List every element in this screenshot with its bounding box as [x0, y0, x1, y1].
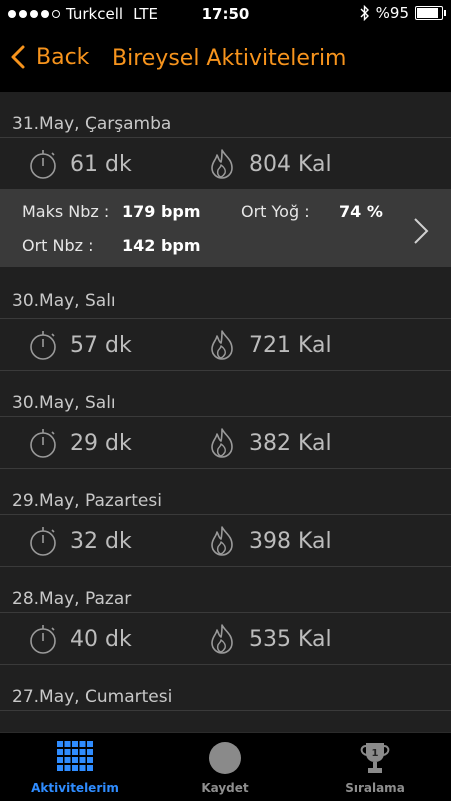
tab-bar: Aktivitelerim Kaydet 1 Sıralama: [0, 732, 451, 801]
calories-value: 382 Kal: [249, 430, 332, 456]
calories-stat: 535 Kal: [205, 622, 332, 656]
day-header: 30.May, Salı: [0, 371, 451, 417]
battery-percent: %95: [375, 4, 409, 22]
stopwatch-icon: [26, 147, 60, 181]
back-label: Back: [36, 44, 90, 70]
svg-text:1: 1: [372, 748, 379, 759]
calories-value: 804 Kal: [249, 151, 332, 177]
grid-icon: [57, 741, 93, 771]
flame-icon: [205, 524, 239, 558]
duration-stat: 61 dk: [26, 147, 132, 181]
duration-value: 61 dk: [70, 151, 132, 177]
day-header: 30.May, Salı: [0, 267, 451, 319]
calories-stat: 398 Kal: [205, 524, 332, 558]
activity-row[interactable]: 29 dk 382 Kal: [0, 417, 451, 469]
bluetooth-icon: [360, 5, 369, 21]
activity-list[interactable]: 31.May, Çarşamba 61 dk 804 Kal Maks Nbz …: [0, 92, 451, 732]
record-circle-icon: [209, 742, 241, 774]
tab-label: Aktivitelerim: [31, 781, 119, 795]
trophy-icon: 1: [360, 743, 390, 773]
duration-stat: 57 dk: [26, 328, 132, 362]
avg-hr-value: 142 bpm: [122, 236, 201, 255]
flame-icon: [205, 147, 239, 181]
calories-stat: 804 Kal: [205, 147, 332, 181]
status-bar: Turkcell LTE 17:50 %95: [0, 0, 451, 28]
tab-label: Sıralama: [345, 781, 405, 795]
activity-row[interactable]: 40 dk 535 Kal: [0, 613, 451, 665]
tab-kaydet[interactable]: Kaydet: [150, 733, 300, 801]
avg-hr-label: Ort Nbz :: [22, 236, 94, 255]
battery-icon: [415, 6, 446, 20]
avg-intensity-value: 74 %: [339, 202, 383, 221]
page-title: Bireysel Aktivitelerim: [112, 46, 347, 71]
duration-value: 57 dk: [70, 332, 132, 358]
flame-icon: [205, 426, 239, 460]
duration-stat: 29 dk: [26, 426, 132, 460]
day-header: 29.May, Pazartesi: [0, 469, 451, 515]
chevron-left-icon: [11, 45, 25, 69]
stopwatch-icon: [26, 328, 60, 362]
calories-value: 535 Kal: [249, 626, 332, 652]
activity-row[interactable]: 57 dk 721 Kal: [0, 319, 451, 371]
max-hr-label: Maks Nbz :: [22, 202, 110, 221]
duration-value: 32 dk: [70, 528, 132, 554]
duration-value: 40 dk: [70, 626, 132, 652]
navigation-bar: Back Bireysel Aktivitelerim: [0, 28, 451, 92]
day-header: 27.May, Cumartesi: [0, 665, 451, 711]
tab-aktivitelerim[interactable]: Aktivitelerim: [0, 733, 150, 801]
tab-label: Kaydet: [201, 781, 249, 795]
duration-stat: 32 dk: [26, 524, 132, 558]
max-hr-value: 179 bpm: [122, 202, 201, 221]
stopwatch-icon: [26, 426, 60, 460]
calories-stat: 721 Kal: [205, 328, 332, 362]
day-header: 31.May, Çarşamba: [0, 92, 451, 138]
activity-row[interactable]: 32 dk 398 Kal: [0, 515, 451, 567]
duration-value: 29 dk: [70, 430, 132, 456]
chevron-right-icon[interactable]: [411, 216, 431, 246]
tab-siralama[interactable]: 1 Sıralama: [300, 733, 450, 801]
avg-intensity-label: Ort Yoğ :: [241, 202, 310, 221]
activity-row[interactable]: 61 dk 804 Kal: [0, 138, 451, 190]
day-header: 28.May, Pazar: [0, 567, 451, 613]
stopwatch-icon: [26, 622, 60, 656]
duration-stat: 40 dk: [26, 622, 132, 656]
stopwatch-icon: [26, 524, 60, 558]
back-button[interactable]: Back: [10, 44, 89, 70]
calories-value: 398 Kal: [249, 528, 332, 554]
status-right: %95: [360, 4, 446, 22]
flame-icon: [205, 328, 239, 362]
activity-detail-panel[interactable]: Maks Nbz : 179 bpm Ort Yoğ : 74 % Ort Nb…: [0, 190, 451, 267]
calories-stat: 382 Kal: [205, 426, 332, 460]
flame-icon: [205, 622, 239, 656]
calories-value: 721 Kal: [249, 332, 332, 358]
